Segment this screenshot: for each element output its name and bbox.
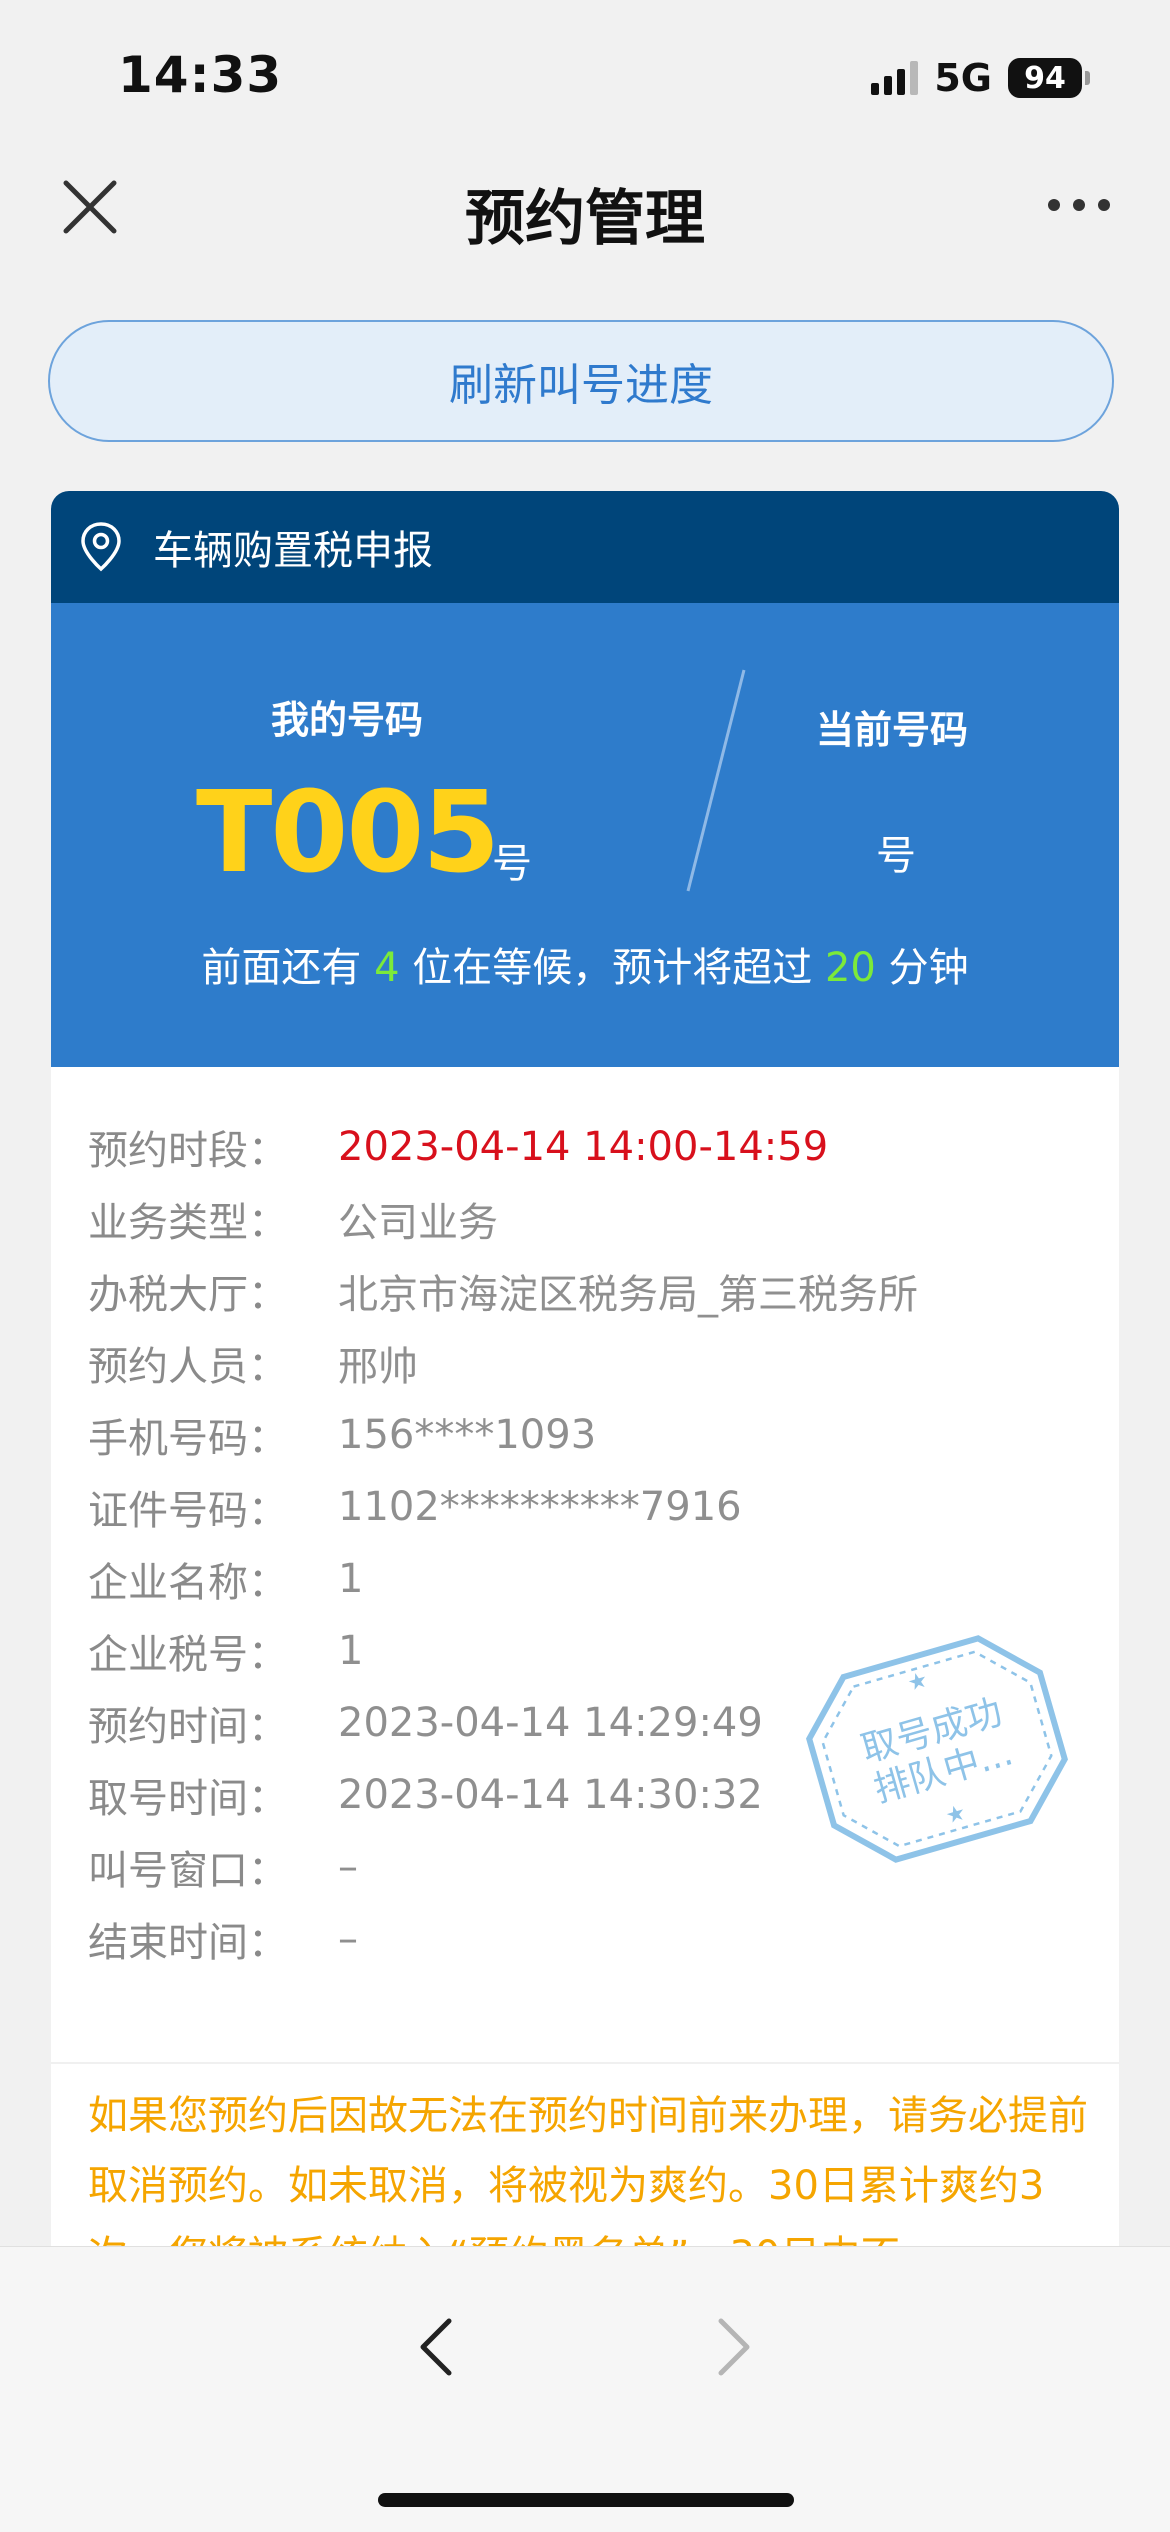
detail-row-id-number: 证件号码： 1102**********7916 bbox=[88, 1471, 918, 1543]
forward-arrow-icon[interactable] bbox=[705, 2307, 765, 2387]
detail-value: 2023-04-14 14:30:32 bbox=[338, 1772, 763, 1818]
detail-label: 预约时段： bbox=[88, 1128, 288, 1174]
battery-icon: 94 bbox=[1008, 58, 1090, 98]
detail-row-person: 预约人员： 邢帅 bbox=[88, 1327, 918, 1399]
my-number-unit: 号 bbox=[492, 841, 532, 887]
cancellation-notice: 如果您预约后因故无法在预约时间前来办理，请务必提前取消预约。如未取消，将被视为爽… bbox=[88, 2093, 1088, 2251]
queue-stamp: 取号成功 排队中... ★ ★ bbox=[806, 1635, 1068, 1863]
section-divider bbox=[51, 2062, 1119, 2064]
battery-level: 94 bbox=[1008, 58, 1082, 98]
bottom-toolbar bbox=[0, 2246, 1170, 2532]
detail-row-booking-time: 预约时间： 2023-04-14 14:29:49 bbox=[88, 1687, 918, 1759]
detail-value: 156****1093 bbox=[338, 1412, 597, 1458]
detail-row-window: 叫号窗口： – bbox=[88, 1831, 918, 1903]
status-time: 14:33 bbox=[118, 46, 283, 104]
detail-row-time-slot: 预约时段： 2023-04-14 14:00-14:59 bbox=[88, 1111, 918, 1183]
more-icon[interactable] bbox=[1048, 190, 1118, 220]
detail-row-company-name: 企业名称： 1 bbox=[88, 1543, 918, 1615]
detail-value: 北京市海淀区税务局_第三税务所 bbox=[338, 1272, 918, 1318]
detail-value: – bbox=[338, 1844, 358, 1890]
nav-bar: 预约管理 bbox=[0, 150, 1170, 260]
detail-label: 企业税号： bbox=[88, 1632, 288, 1678]
page-title: 预约管理 bbox=[465, 184, 705, 254]
detail-label: 预约时间： bbox=[88, 1704, 288, 1750]
refresh-queue-button[interactable]: 刷新叫号进度 bbox=[48, 320, 1114, 442]
detail-row-tax-hall: 办税大厅： 北京市海淀区税务局_第三税务所 bbox=[88, 1255, 918, 1327]
svg-text:★: ★ bbox=[943, 1800, 969, 1829]
my-number: T005 bbox=[196, 768, 500, 898]
location-pin-icon bbox=[81, 522, 121, 572]
detail-value: 2023-04-14 14:29:49 bbox=[338, 1700, 763, 1746]
detail-value: 2023-04-14 14:00-14:59 bbox=[338, 1124, 829, 1170]
cellular-signal-icon bbox=[871, 61, 919, 95]
detail-row-end-time: 结束时间： – bbox=[88, 1903, 918, 1975]
wait-prefix: 前面还有 bbox=[201, 945, 362, 991]
wait-middle: 位在等候，预计将超过 bbox=[412, 945, 813, 991]
battery-tip bbox=[1085, 71, 1090, 85]
appointment-details: 预约时段： 2023-04-14 14:00-14:59 业务类型： 公司业务 办税… bbox=[88, 1111, 918, 1975]
back-arrow-icon[interactable] bbox=[405, 2307, 465, 2387]
detail-label: 预约人员： bbox=[88, 1344, 288, 1390]
detail-label: 叫号窗口： bbox=[88, 1848, 288, 1894]
my-number-label: 我的号码 bbox=[271, 698, 424, 742]
detail-row-ticket-time: 取号时间： 2023-04-14 14:30:32 bbox=[88, 1759, 918, 1831]
detail-label: 企业名称： bbox=[88, 1560, 288, 1606]
detail-value: 公司业务 bbox=[338, 1200, 498, 1246]
detail-value: 邢帅 bbox=[338, 1344, 418, 1390]
detail-label: 取号时间： bbox=[88, 1776, 288, 1822]
card-header: 车辆购置税申报 bbox=[51, 491, 1119, 603]
detail-value: 1 bbox=[338, 1556, 364, 1602]
detail-value: – bbox=[338, 1916, 358, 1962]
current-number-unit: 号 bbox=[876, 833, 916, 879]
wait-info: 前面还有 4 位在等候，预计将超过 20 分钟 bbox=[51, 935, 1119, 993]
detail-label: 证件号码： bbox=[88, 1488, 288, 1534]
network-type: 5G bbox=[934, 56, 992, 100]
detail-label: 业务类型： bbox=[88, 1200, 288, 1246]
home-indicator bbox=[378, 2493, 794, 2507]
detail-label: 办税大厅： bbox=[88, 1272, 288, 1318]
detail-value: 1 bbox=[338, 1628, 364, 1674]
detail-label: 结束时间： bbox=[88, 1920, 288, 1966]
detail-row-tax-id: 企业税号： 1 bbox=[88, 1615, 918, 1687]
wait-minutes: 20 bbox=[824, 945, 876, 991]
queue-panel: 我的号码 T005 号 当前号码 号 前面还有 4 位在等候，预计将超过 20 … bbox=[51, 603, 1119, 1067]
status-indicators: 5G 94 bbox=[871, 56, 1090, 100]
detail-value: 1102**********7916 bbox=[338, 1484, 742, 1530]
wait-suffix: 分钟 bbox=[888, 945, 969, 991]
appointment-card: 车辆购置税申报 我的号码 T005 号 当前号码 号 前面还有 4 位在等候，预… bbox=[51, 491, 1119, 2251]
detail-row-business-type: 业务类型： 公司业务 bbox=[88, 1183, 918, 1255]
wait-count: 4 bbox=[374, 945, 400, 991]
service-title: 车辆购置税申报 bbox=[153, 528, 433, 574]
detail-row-phone: 手机号码： 156****1093 bbox=[88, 1399, 918, 1471]
svg-text:★: ★ bbox=[905, 1667, 931, 1696]
status-bar: 14:33 5G 94 bbox=[0, 0, 1170, 150]
slash-divider bbox=[686, 669, 746, 892]
detail-label: 手机号码： bbox=[88, 1416, 288, 1462]
current-number-label: 当前号码 bbox=[816, 708, 969, 752]
